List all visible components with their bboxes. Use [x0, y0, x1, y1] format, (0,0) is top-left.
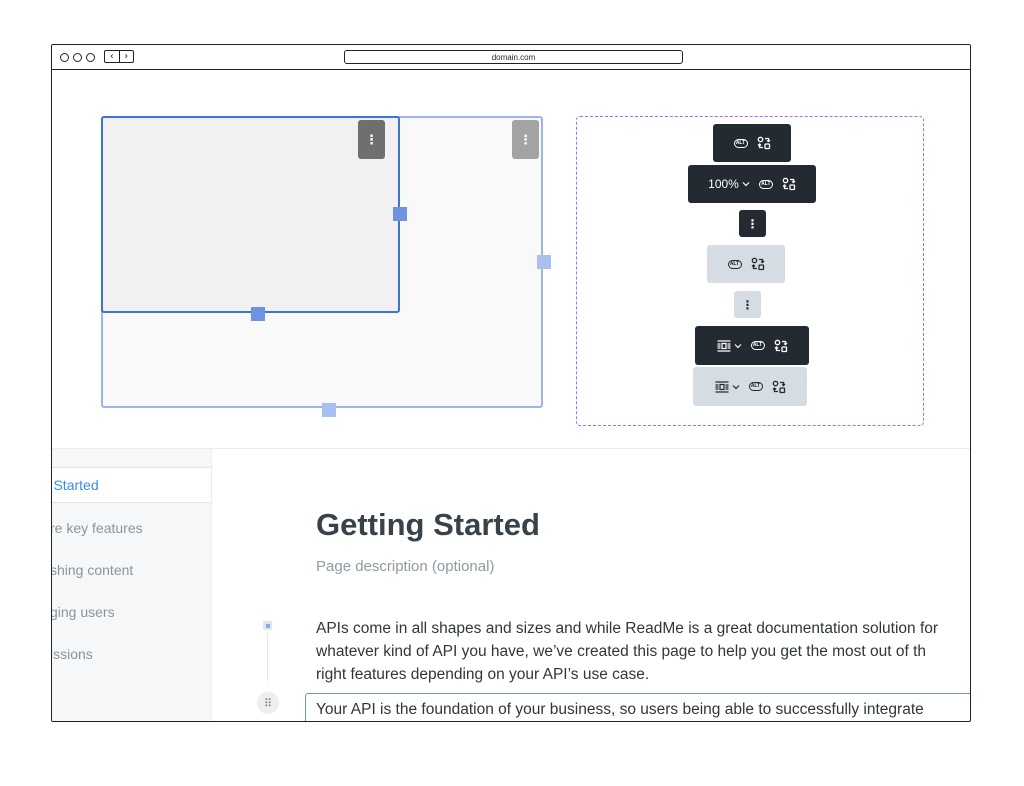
align-icon [715, 380, 728, 393]
image-menu-button-small[interactable]: ⋮ [358, 120, 385, 159]
image-toolbar-dark-align: ALT [695, 326, 809, 365]
toolbar-variants-panel: ALT 100% ALT ⋮ ALT ⋮ ALT ALT [576, 116, 924, 426]
page-title[interactable]: Getting Started [316, 507, 540, 543]
alt-text-icon[interactable]: ALT [748, 382, 763, 391]
page-description[interactable]: Page description (optional) [316, 558, 494, 575]
resize-handle-bottom-small[interactable] [251, 307, 265, 321]
sidebar-item-permissions[interactable]: issions [52, 646, 93, 666]
replace-image-icon[interactable] [782, 177, 796, 191]
close-window-icon[interactable] [60, 53, 69, 62]
resize-handle-bottom-large[interactable] [322, 403, 336, 417]
docs-content: Getting Started Page description (option… [212, 449, 970, 721]
sidebar-item-getting-started[interactable]: ng Started [52, 467, 211, 503]
sidebar-item-explore-key-features[interactable]: re key features [52, 520, 143, 540]
paragraph-line: APIs come in all shapes and sizes and wh… [316, 620, 939, 637]
kebab-menu-dark[interactable]: ⋮ [739, 210, 766, 237]
history-navigation: ‹ › [104, 50, 134, 63]
back-button[interactable]: ‹ [105, 51, 119, 62]
alt-text-icon[interactable]: ALT [758, 179, 773, 189]
chevron-down-icon [732, 384, 739, 389]
window-controls [60, 53, 95, 62]
kebab-menu-light[interactable]: ⋮ [734, 291, 761, 318]
resize-handle-right-large[interactable] [537, 255, 551, 269]
maximize-window-icon[interactable] [86, 53, 95, 62]
kebab-icon: ⋮ [746, 216, 759, 231]
resize-handle-right-small[interactable] [393, 207, 407, 221]
sidebar-item-managing-users[interactable]: ging users [52, 604, 115, 624]
paragraph-line: right features depending on your API’s u… [316, 666, 650, 683]
image-editor-canvas: ⋮ ⋮ ALT 100% ALT ⋮ ALT ⋮ ALT ALT [52, 70, 970, 448]
align-select[interactable] [717, 339, 742, 352]
image-toolbar-light-basic: ALT [707, 245, 785, 283]
browser-window: ‹ › domain.com ⋮ ⋮ ALT 100% ALT ⋮ ALT ⋮ … [51, 44, 971, 722]
forward-button[interactable]: › [118, 51, 134, 62]
drag-handle-icon[interactable]: ⠿ [257, 692, 279, 714]
replace-image-icon[interactable] [757, 136, 771, 150]
image-toolbar-dark-zoom: 100% ALT [688, 165, 816, 203]
minimize-window-icon[interactable] [73, 53, 82, 62]
chevron-down-icon [734, 343, 741, 348]
docs-page: ng Started re key features shing content… [52, 448, 970, 721]
image-menu-button-large[interactable]: ⋮ [512, 120, 539, 159]
selected-paragraph-text: Your API is the foundation of your busin… [316, 701, 924, 718]
address-bar[interactable]: domain.com [344, 50, 683, 64]
replace-image-icon[interactable] [751, 257, 765, 271]
browser-titlebar: ‹ › domain.com [52, 45, 970, 70]
zoom-select[interactable]: 100% [708, 177, 750, 191]
paragraph-block[interactable]: APIs come in all shapes and sizes and wh… [316, 617, 970, 686]
kebab-icon: ⋮ [741, 297, 754, 312]
chevron-down-icon [742, 182, 750, 187]
replace-image-icon[interactable] [774, 339, 788, 353]
alt-text-icon[interactable]: ALT [727, 259, 742, 269]
zoom-value: 100% [708, 177, 739, 191]
align-icon [717, 339, 730, 352]
sidebar-item-label: ng Started [52, 477, 99, 493]
paragraph-line: whatever kind of API you have, we’ve cre… [316, 643, 927, 660]
image-frame-small[interactable] [101, 116, 400, 313]
align-select[interactable] [715, 380, 740, 393]
sidebar-item-publishing-content[interactable]: shing content [52, 562, 133, 582]
alt-text-icon[interactable]: ALT [733, 138, 748, 148]
replace-image-icon[interactable] [772, 380, 786, 394]
block-guide-line [267, 633, 268, 681]
alt-text-icon[interactable]: ALT [750, 341, 765, 350]
image-toolbar-light-align: ALT [693, 367, 807, 406]
selected-paragraph-block[interactable]: Your API is the foundation of your busin… [305, 693, 970, 721]
image-toolbar-dark-basic: ALT [713, 124, 791, 162]
block-marker-icon [263, 621, 272, 630]
docs-sidebar: ng Started re key features shing content… [52, 449, 212, 721]
